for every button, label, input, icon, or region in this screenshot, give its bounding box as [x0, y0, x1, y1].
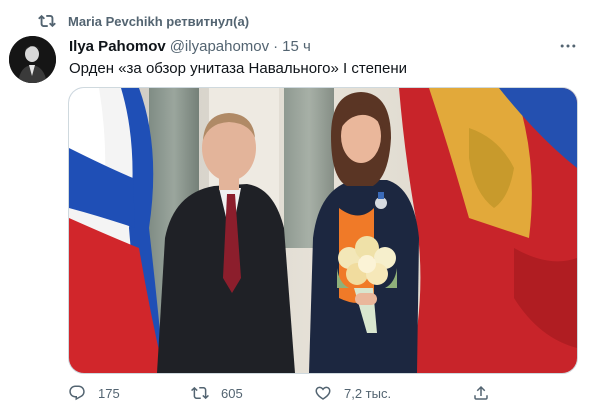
- reply-count: 175: [98, 385, 120, 401]
- retweet-count: 605: [221, 385, 243, 401]
- share-icon: [474, 385, 488, 400]
- retweet-icon: [38, 14, 56, 28]
- tweet-timestamp[interactable]: 15 ч: [282, 38, 311, 55]
- author-handle[interactable]: @ilyapahomov: [170, 38, 269, 55]
- avatar[interactable]: [9, 36, 56, 83]
- tweet-photo[interactable]: [68, 87, 578, 374]
- retweet-context-text: Maria Pevchikh ретвитнул(а): [68, 13, 250, 29]
- share-button[interactable]: [472, 384, 502, 402]
- author-display-name[interactable]: Ilya Pahomov: [69, 38, 166, 55]
- like-count: 7,2 тыс.: [344, 385, 392, 401]
- separator-dot: ·: [273, 38, 279, 55]
- retweet-icon: [191, 386, 209, 400]
- tweet-actions: 175 605 7,2 тыс.: [68, 384, 498, 406]
- more-options-button[interactable]: [556, 36, 580, 56]
- like-button[interactable]: 7,2 тыс.: [314, 384, 391, 402]
- like-icon: [315, 386, 331, 400]
- more-icon: [560, 44, 576, 48]
- retweet-button[interactable]: 605: [191, 384, 243, 402]
- retweet-context[interactable]: Maria Pevchikh ретвитнул(а): [38, 12, 249, 30]
- tweet-header: Ilya Pahomov @ilyapahomov · 15 ч: [69, 38, 311, 55]
- tweet-text: Орден «за обзор унитаза Навального» I ст…: [69, 60, 408, 77]
- reply-icon: [69, 385, 85, 401]
- award-ceremony-photo: [69, 88, 577, 373]
- reply-button[interactable]: 175: [68, 384, 120, 402]
